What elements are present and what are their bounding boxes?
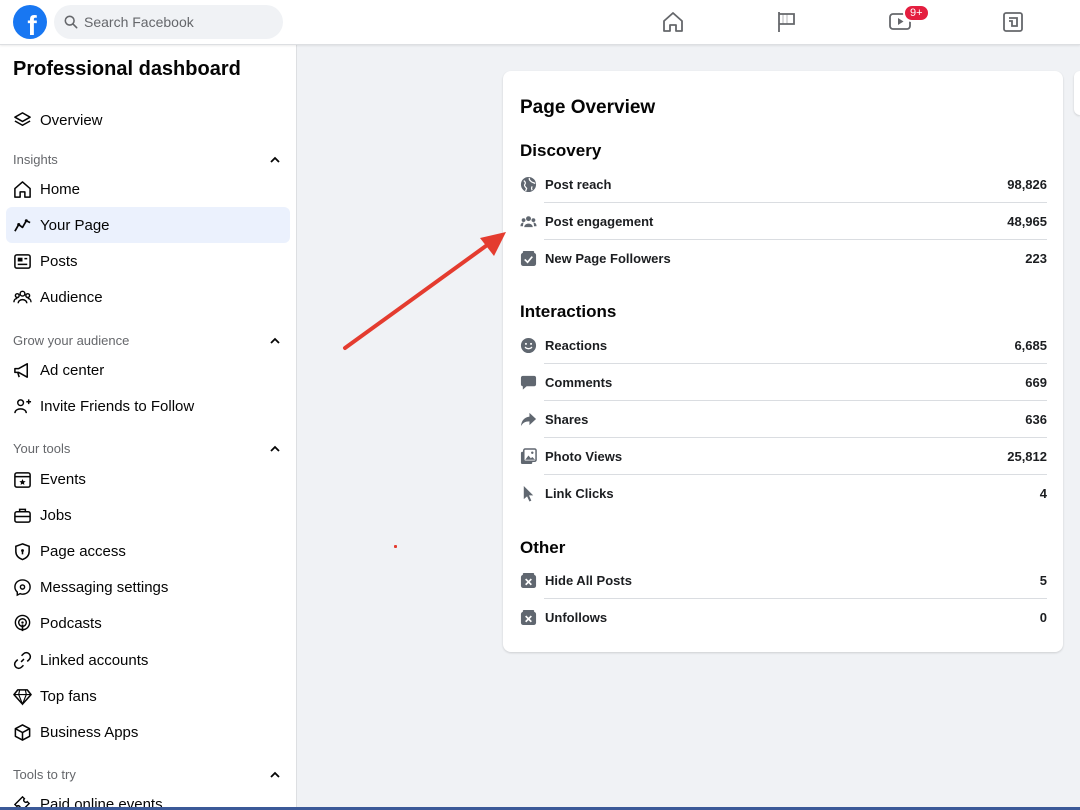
calendar-star-icon <box>14 471 31 488</box>
chevron-up-icon <box>270 337 280 344</box>
gaming-icon[interactable] <box>1001 10 1025 34</box>
metric-row-post-engagement[interactable]: Post engagement 48,965 <box>520 203 1047 240</box>
photo-icon <box>520 448 537 465</box>
link-icon <box>13 651 32 669</box>
sidebar-item-your-page[interactable]: Your Page <box>6 207 290 243</box>
sidebar-item-audience[interactable]: Audience <box>6 279 290 315</box>
sidebar-item-events[interactable]: Events <box>6 461 290 497</box>
search-box[interactable] <box>54 5 283 39</box>
page-overview-card: Page Overview Discovery Post reach 98,82… <box>503 71 1063 652</box>
page-overview-title: Page Overview <box>520 97 656 118</box>
chevron-up-icon <box>270 771 280 778</box>
layers-icon <box>14 111 31 126</box>
section-your-tools[interactable]: Your tools <box>13 441 283 456</box>
sidebar: Professional dashboard Overview Insights… <box>0 45 297 810</box>
other-title: Other <box>520 538 566 557</box>
trend-line-icon <box>14 218 31 232</box>
cursor-icon <box>523 485 534 502</box>
diamond-icon <box>13 688 32 706</box>
annotation-arrow-icon <box>343 232 506 350</box>
sidebar-item-top-fans[interactable]: Top fans <box>6 678 290 714</box>
section-grow-audience[interactable]: Grow your audience <box>13 333 283 348</box>
chevron-up-icon <box>270 445 280 452</box>
watch-badge: 9+ <box>903 4 930 22</box>
discovery-title: Discovery <box>520 141 602 160</box>
search-icon <box>64 15 78 29</box>
metric-row-shares[interactable]: Shares 636 <box>520 401 1047 438</box>
search-input[interactable] <box>84 14 274 30</box>
metric-row-hide-all-posts[interactable]: Hide All Posts 5 <box>520 562 1047 599</box>
metric-row-unfollows[interactable]: Unfollows 0 <box>520 599 1047 636</box>
metric-row-comments[interactable]: Comments 669 <box>520 364 1047 401</box>
sidebar-item-jobs[interactable]: Jobs <box>6 497 290 533</box>
check-box-icon <box>520 250 537 267</box>
briefcase-icon <box>14 508 31 523</box>
annotation-dot <box>394 545 397 548</box>
metric-row-post-reach[interactable]: Post reach 98,826 <box>520 166 1047 203</box>
invite-person-icon <box>14 398 32 413</box>
sidebar-item-business-apps[interactable]: Business Apps <box>6 714 290 750</box>
unfollow-icon <box>520 609 537 626</box>
home-icon[interactable] <box>661 10 685 34</box>
chevron-up-icon <box>270 156 280 163</box>
share-icon <box>520 412 537 427</box>
sidebar-item-overview[interactable]: Overview <box>6 102 290 138</box>
metric-row-link-clicks[interactable]: Link Clicks 4 <box>520 475 1047 512</box>
sidebar-item-ad-center[interactable]: Ad center <box>6 352 290 388</box>
sidebar-title: Professional dashboard <box>13 58 241 80</box>
posts-icon <box>14 253 31 269</box>
sidebar-item-messaging-settings[interactable]: Messaging settings <box>6 569 290 605</box>
smiley-icon <box>520 337 537 354</box>
sidebar-item-home[interactable]: Home <box>6 171 290 207</box>
section-tools-to-try[interactable]: Tools to try <box>13 767 283 782</box>
home-outline-icon <box>14 180 31 198</box>
sidebar-item-podcasts[interactable]: Podcasts <box>6 605 290 641</box>
sidebar-item-posts[interactable]: Posts <box>6 243 290 279</box>
audience-icon <box>13 290 32 303</box>
section-insights[interactable]: Insights <box>13 152 283 167</box>
megaphone-icon <box>14 362 29 378</box>
metric-row-new-page-followers[interactable]: New Page Followers 223 <box>520 240 1047 277</box>
adjacent-card-edge <box>1074 71 1080 115</box>
message-gear-icon <box>14 578 31 596</box>
comment-icon <box>520 375 537 390</box>
metric-row-photo-views[interactable]: Photo Views 25,812 <box>520 438 1047 475</box>
interactions-title: Interactions <box>520 302 617 321</box>
sidebar-item-linked-accounts[interactable]: Linked accounts <box>6 642 290 678</box>
globe-icon <box>520 176 537 193</box>
facebook-logo[interactable]: f <box>13 5 47 41</box>
podcast-icon <box>14 614 31 631</box>
people-icon <box>520 216 537 228</box>
sidebar-item-invite-friends[interactable]: Invite Friends to Follow <box>6 388 290 424</box>
hide-icon <box>520 572 537 589</box>
metric-row-reactions[interactable]: Reactions 6,685 <box>520 327 1047 364</box>
shield-icon <box>15 542 30 560</box>
flag-icon[interactable] <box>775 10 799 34</box>
top-bar: f 9+ <box>0 0 1080 45</box>
cube-icon <box>14 723 31 741</box>
sidebar-item-page-access[interactable]: Page access <box>6 533 290 569</box>
